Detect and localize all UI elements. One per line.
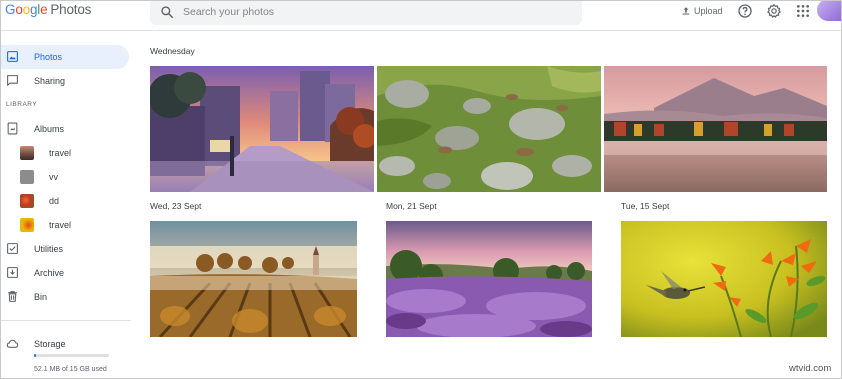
anime-street-image [150,66,374,192]
album-thumbnail [20,170,34,184]
sidebar-item-storage[interactable]: Storage [1,332,129,356]
storage-usage-text: 52.1 MB of 15 GB used [34,366,107,373]
photo-thumbnail[interactable] [150,221,357,337]
misty-lake-image [604,66,827,192]
photo-thumbnail[interactable] [604,66,827,192]
album-label: travel [49,148,72,158]
sidebar-item-photos[interactable]: Photos [1,45,129,69]
album-label: dd [49,196,60,206]
album-thumbnail [20,194,34,208]
sidebar-item-sharing[interactable]: Sharing [1,69,129,93]
sidebar-item-albums[interactable]: Albums [1,117,129,141]
sidebar-item-label: Storage [34,339,66,349]
upload-button[interactable]: Upload [681,4,723,18]
album-label: vv [49,172,58,182]
sidebar-item-bin[interactable]: Bin [1,285,129,309]
deer-rocks-image [377,66,601,192]
sidebar-item-utilities[interactable]: Utilities [1,237,129,261]
logo-letter: o [22,2,31,17]
album-item[interactable]: travel [1,213,129,237]
chat-bubble-icon [7,75,18,86]
sidebar-item-label: Photos [34,52,63,62]
search-bar[interactable] [150,1,582,25]
upload-icon [682,7,690,15]
album-item[interactable]: dd [1,189,129,213]
sidebar: Photos Sharing LIBRARY Albums travel vv … [1,32,141,378]
sidebar-item-label: Bin [34,292,48,302]
album-icon [7,122,18,135]
search-input[interactable] [183,4,563,20]
photo-thumbnail[interactable] [386,221,592,337]
album-item[interactable]: vv [1,165,129,189]
album-item[interactable]: travel [1,141,129,165]
logo-product-name: Photos [50,2,92,17]
heather-field-image [386,221,592,337]
album-thumbnail [20,218,34,232]
top-bar: GooglePhotos Upload [1,1,841,31]
logo-letter: o [15,2,23,17]
photo-thumbnail[interactable] [621,221,827,337]
storage-progress-fill [34,354,36,357]
sidebar-item-label: Sharing [34,76,66,86]
trash-icon [8,291,17,302]
help-icon[interactable] [737,3,753,19]
hummingbird-flowers-image [621,221,827,337]
album-label: travel [49,220,72,230]
sidebar-item-label: Archive [34,268,65,278]
utilities-icon [7,243,18,254]
date-heading: Wed, 23 Sept [150,201,202,211]
app-window: GooglePhotos Upload Photos Sharing LIBRA… [0,0,842,379]
foggy-vineyard-image [150,221,357,337]
watermark: wtvid.com [789,363,832,374]
photo-thumbnail[interactable] [150,66,374,192]
sidebar-item-label: Albums [34,124,65,134]
archive-icon [7,267,18,278]
sidebar-item-archive[interactable]: Archive [1,261,129,285]
logo-letter: G [5,2,16,17]
date-heading: Wednesday [150,46,195,56]
album-thumbnail [20,146,34,160]
library-section-label: LIBRARY [6,101,38,108]
search-icon[interactable] [160,5,174,19]
settings-icon[interactable] [766,3,782,19]
storage-progress-bar [34,354,109,357]
date-heading: Mon, 21 Sept [386,201,437,211]
photo-icon [7,51,18,62]
google-photos-logo[interactable]: Google Photos [5,2,91,22]
sidebar-item-label: Utilities [34,244,64,254]
sidebar-divider [1,320,131,321]
upload-label: Upload [694,6,723,16]
photo-thumbnail[interactable] [377,66,601,192]
cloud-icon [6,339,19,348]
apps-grid-icon[interactable] [795,3,811,19]
date-heading: Tue, 15 Sept [621,201,670,211]
logo-letter: e [40,2,48,17]
account-avatar[interactable] [817,1,841,21]
